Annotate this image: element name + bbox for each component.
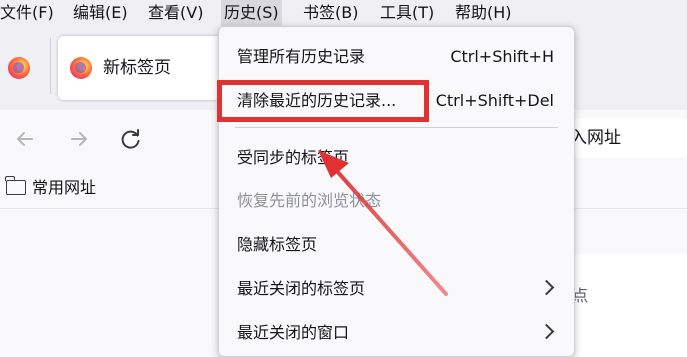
menu-item-label: 最近关闭的标签页 bbox=[237, 279, 366, 298]
menu-item-label: 恢复先前的浏览状态 bbox=[237, 191, 382, 210]
menu-item-shortcut: Ctrl+Shift+H bbox=[450, 47, 554, 66]
chevron-right-icon bbox=[538, 323, 555, 340]
history-restore-session: 恢复先前的浏览状态 bbox=[219, 179, 574, 223]
history-hidden-tabs[interactable]: 隐藏标签页 bbox=[219, 223, 574, 267]
menu-help[interactable]: 帮助(H) bbox=[452, 0, 515, 26]
menu-file[interactable]: 文件(F) bbox=[0, 0, 57, 26]
menu-item-label: 受同步的标签页 bbox=[237, 148, 350, 167]
history-recently-closed-windows[interactable]: 最近关闭的窗口 bbox=[219, 311, 574, 355]
history-synced-tabs[interactable]: 受同步的标签页 bbox=[219, 136, 574, 180]
menu-item-label: 隐藏标签页 bbox=[237, 235, 318, 254]
menu-separator bbox=[235, 127, 558, 128]
reload-icon[interactable] bbox=[116, 124, 146, 154]
url-placeholder: 入网址 bbox=[570, 128, 621, 148]
history-menu: 管理所有历史记录 Ctrl+Shift+H 清除最近的历史记录... Ctrl+… bbox=[218, 26, 575, 357]
back-arrow-icon[interactable] bbox=[10, 124, 40, 154]
bookmark-folder-common[interactable]: 常用网址 bbox=[5, 168, 97, 208]
pinned-tab[interactable] bbox=[0, 40, 50, 96]
menu-item-label: 管理所有历史记录 bbox=[237, 47, 366, 66]
menu-tools[interactable]: 工具(T) bbox=[377, 0, 437, 26]
chevron-right-icon bbox=[538, 279, 555, 296]
menu-history[interactable]: 历史(S) bbox=[221, 0, 282, 26]
content-card: 点 bbox=[560, 254, 687, 357]
forward-arrow-icon[interactable] bbox=[64, 124, 94, 154]
tab-divider bbox=[50, 38, 51, 94]
tab-label: 新标签页 bbox=[103, 58, 171, 78]
menu-view[interactable]: 查看(V) bbox=[145, 0, 206, 26]
firefox-icon bbox=[70, 57, 92, 79]
folder-icon bbox=[5, 176, 26, 195]
annotation-highlight-box bbox=[217, 80, 429, 122]
menu-item-label: 最近关闭的窗口 bbox=[237, 323, 350, 342]
history-manage-all[interactable]: 管理所有历史记录 Ctrl+Shift+H bbox=[219, 35, 574, 79]
history-recently-closed-tabs[interactable]: 最近关闭的标签页 bbox=[219, 267, 574, 311]
menu-bookmarks[interactable]: 书签(B) bbox=[300, 0, 361, 26]
menu-bar: 文件(F) 编辑(E) 查看(V) 历史(S) 书签(B) 工具(T) 帮助(H… bbox=[0, 0, 687, 26]
menu-edit[interactable]: 编辑(E) bbox=[70, 0, 131, 26]
bookmark-folder-label: 常用网址 bbox=[32, 178, 97, 197]
menu-item-shortcut: Ctrl+Shift+Del bbox=[435, 91, 554, 110]
firefox-icon bbox=[8, 57, 30, 79]
